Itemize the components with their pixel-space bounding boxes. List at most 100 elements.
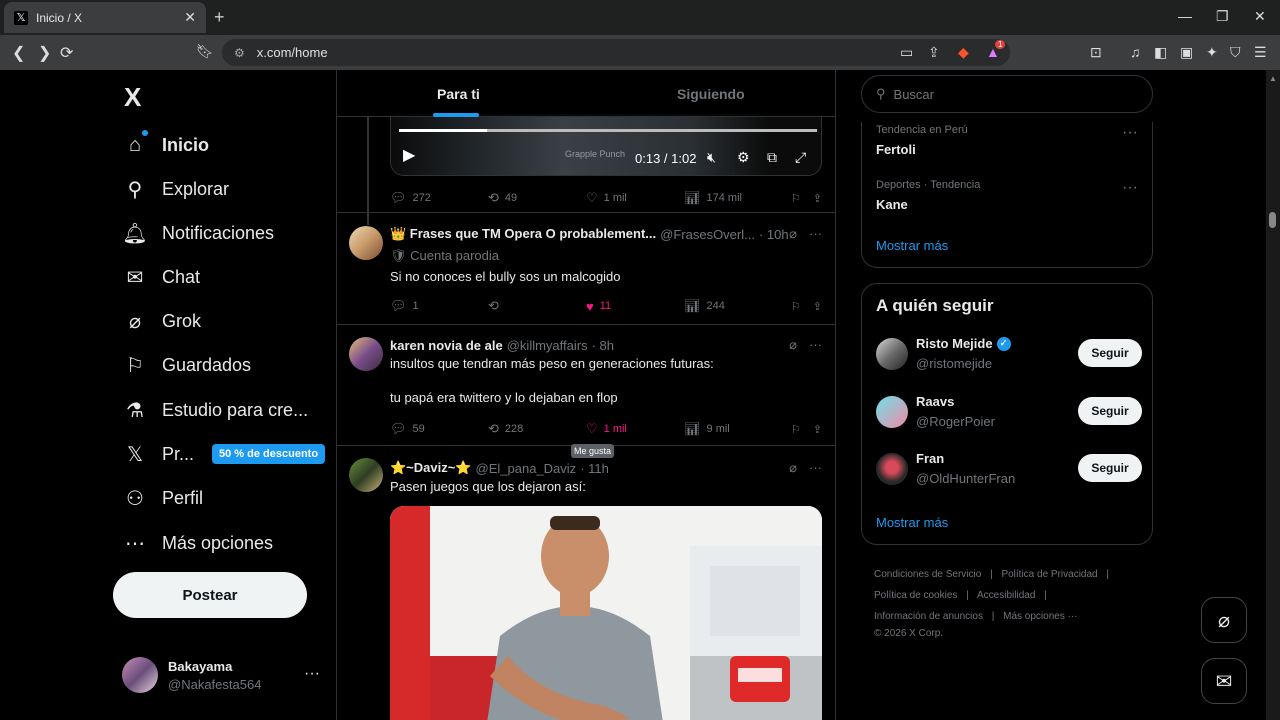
more-icon[interactable]: ··· — [809, 226, 822, 242]
post-time[interactable]: · 8h — [592, 338, 614, 353]
forward-icon[interactable]: ❯ — [38, 43, 51, 63]
sidebar-item-grok[interactable]: ⌀ Grok — [122, 308, 201, 334]
grok-icon[interactable]: ⌀ — [789, 226, 797, 242]
reply-button[interactable]: 💬︎ 1 — [390, 298, 488, 314]
bookmark-post-icon[interactable]: ⚐ — [791, 423, 801, 436]
follow-suggestion[interactable]: Risto Mejide ✓ @ristomejide Seguir — [876, 336, 1142, 376]
trend-item[interactable]: Tendencia en Perú Fertoli ··· — [876, 124, 1138, 157]
more-icon[interactable]: ··· — [809, 337, 822, 353]
video-progress-bar[interactable] — [399, 129, 817, 132]
vpn-icon[interactable]: ⛉ — [1230, 44, 1241, 61]
site-settings-icon[interactable]: ⚙︎ — [234, 46, 245, 60]
bookmark-post-icon[interactable]: ⚐ — [791, 192, 801, 205]
grok-icon[interactable]: ⌀ — [789, 460, 797, 476]
sidebar-item-guardados[interactable]: ⚐ Guardados — [122, 352, 251, 378]
leo-icon[interactable]: ✦ — [1206, 44, 1218, 61]
reload-icon[interactable]: ⟳ — [60, 43, 73, 63]
post[interactable]: 👑 Frases que TM Opera O probablement... … — [337, 212, 835, 325]
repost-button[interactable]: ⟲ — [488, 298, 586, 314]
wallet-icon[interactable]: ▣ — [1180, 44, 1193, 61]
suggestion-name[interactable]: Raavs — [916, 394, 954, 409]
share-post-icon[interactable]: ⇪ — [813, 423, 822, 436]
repost-button[interactable]: ⟲ 49 — [488, 190, 586, 206]
post[interactable]: ⭐~Daviz~⭐ @El_pana_Daviz · 11h ⌀ ··· Pase… — [337, 446, 835, 720]
search-input[interactable]: ⚲ Buscar — [861, 75, 1153, 113]
messages-fab-button[interactable]: ✉︎ — [1201, 658, 1247, 704]
like-button[interactable]: ♡ 1 mil — [586, 421, 684, 437]
play-icon[interactable]: ▶ — [403, 145, 415, 165]
author-name[interactable]: ⭐~Daviz~⭐ — [390, 460, 472, 476]
grok-fab-button[interactable]: ⌀ — [1201, 597, 1247, 643]
accessibility-link[interactable]: Accesibilidad — [977, 590, 1035, 601]
author-name[interactable]: karen novia de ale — [390, 338, 503, 353]
grok-icon[interactable]: ⌀ — [789, 337, 797, 353]
repost-button[interactable]: ⟲ 228 — [488, 421, 586, 437]
menu-icon[interactable]: ☰ — [1254, 44, 1267, 61]
avatar[interactable] — [349, 226, 383, 260]
trend-item[interactable]: Deportes · Tendencia Kane ··· — [876, 179, 1138, 212]
more-icon[interactable]: ··· — [809, 460, 822, 476]
privacy-link[interactable]: Política de Privacidad — [1001, 569, 1097, 580]
mute-icon[interactable]: 🔇︎ — [707, 149, 716, 166]
reply-button[interactable]: 💬︎ 59 — [390, 421, 488, 437]
scrollbar-thumb[interactable] — [1269, 212, 1276, 228]
views-button[interactable]: 📊︎ 9 mil — [684, 421, 790, 437]
avatar[interactable] — [349, 337, 383, 371]
sidebar-item-chat[interactable]: ✉︎ Chat — [122, 264, 200, 290]
sidebar-item-estudio[interactable]: ⚗︎ Estudio para cre... — [122, 397, 308, 423]
follow-button[interactable]: Seguir — [1078, 397, 1142, 425]
share-post-icon[interactable]: ⇪ — [813, 300, 822, 313]
more-icon[interactable]: ··· — [1122, 124, 1138, 142]
new-tab-button[interactable]: + — [214, 7, 225, 28]
sidebar-toggle-icon[interactable]: ◧ — [1154, 44, 1167, 61]
page-scrollbar[interactable]: ▲ — [1266, 70, 1280, 720]
tab-close-icon[interactable]: ✕ — [184, 9, 196, 26]
tab-siguiendo[interactable]: Siguiendo — [677, 86, 745, 102]
video-player[interactable]: Grapple Punch ▶ 0:13 / 1:02 🔇︎ ⚙︎ ⧉ ⤢ — [390, 114, 822, 176]
follow-suggestion[interactable]: Raavs @RogerPoier Seguir — [876, 394, 1142, 434]
follow-button[interactable]: Seguir — [1078, 339, 1142, 367]
views-button[interactable]: 📊︎ 174 mil — [684, 190, 790, 206]
brave-shield-icon[interactable]: ◆ — [958, 44, 969, 61]
author-handle[interactable]: @El_pana_Daviz — [476, 461, 577, 476]
sidebar-item-explorar[interactable]: ⚲ Explorar — [122, 176, 229, 202]
author-handle[interactable]: @killmyaffairs — [507, 338, 588, 353]
author-name[interactable]: 👑 Frases que TM Opera O probablement... — [390, 226, 656, 242]
sidebar-item-perfil[interactable]: ⚇ Perfil — [122, 485, 203, 511]
close-window-button[interactable]: ✕ — [1254, 8, 1266, 25]
post-time[interactable]: · 11h — [580, 461, 609, 476]
cookies-link[interactable]: Política de cookies — [874, 590, 957, 601]
author-handle[interactable]: @FrasesOverl... — [660, 227, 755, 242]
follow-button[interactable]: Seguir — [1078, 454, 1142, 482]
suggestion-name[interactable]: Risto Mejide — [916, 336, 993, 351]
maximize-button[interactable]: ❐ — [1216, 8, 1229, 25]
post-time[interactable]: · 10h — [759, 227, 789, 242]
sidebar-item-premium[interactable]: 𝕏 Pr... 50 % de descuento — [122, 441, 326, 467]
show-more-follow-link[interactable]: Mostrar más — [876, 515, 948, 530]
avatar[interactable] — [349, 458, 383, 492]
settings-icon[interactable]: ⚙︎ — [737, 149, 750, 166]
avatar[interactable] — [876, 396, 908, 428]
more-icon[interactable]: ··· — [1122, 179, 1138, 197]
screenshot-icon[interactable]: ⊡ — [1090, 44, 1102, 61]
like-button[interactable]: ♥ 11 — [586, 299, 684, 314]
share-icon[interactable]: ⇪ — [928, 44, 940, 61]
fullscreen-icon[interactable]: ⤢ — [795, 149, 806, 166]
post-image[interactable] — [390, 506, 822, 720]
scroll-up-icon[interactable]: ▲ — [1269, 74, 1277, 83]
bookmark-page-icon[interactable]: 🔖︎ — [196, 43, 214, 60]
bookmark-post-icon[interactable]: ⚐ — [791, 300, 801, 313]
sidebar-item-notificaciones[interactable]: 🔔︎ Notificaciones — [122, 220, 274, 246]
sidebar-item-inicio[interactable]: ⌂ Inicio — [122, 130, 209, 158]
cast-icon[interactable]: ▭ — [900, 44, 913, 61]
url-field[interactable]: ⚙︎ x.com/home — [222, 39, 1010, 66]
media-icon[interactable]: ♫ — [1130, 44, 1141, 60]
avatar[interactable] — [876, 453, 908, 485]
browser-tab[interactable]: 𝕏 Inicio / X ✕ — [4, 2, 206, 33]
show-more-trends-link[interactable]: Mostrar más — [876, 238, 948, 253]
views-button[interactable]: 📊︎ 244 — [684, 298, 790, 314]
more-icon[interactable]: ··· — [304, 665, 320, 683]
avatar[interactable] — [876, 338, 908, 370]
back-icon[interactable]: ❮ — [12, 43, 25, 63]
account-switcher[interactable]: Bakayama @Nakafesta564 ··· — [122, 657, 320, 693]
